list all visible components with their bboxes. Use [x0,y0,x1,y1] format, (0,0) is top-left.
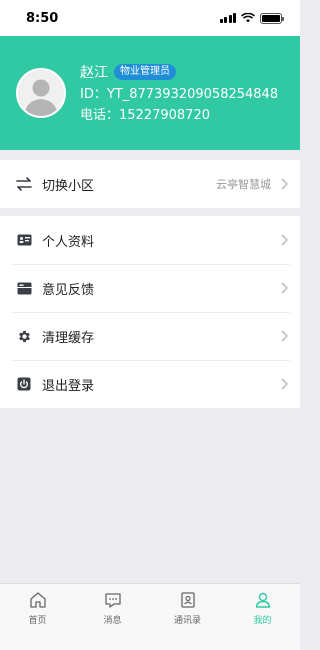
gear-icon [16,328,32,344]
community-group: 切换小区 云亭智慧城 [0,160,300,208]
profile-info: 赵江 物业管理员 ID：YT_877393209058254848 电话：152… [80,62,278,124]
tab-mine[interactable]: 我的 [225,584,300,650]
status-time: 8:50 [26,10,59,26]
role-badge: 物业管理员 [114,64,176,80]
chevron-right-icon [281,178,288,190]
menu-item-label: 个人资料 [42,234,95,250]
status-icons [219,12,284,24]
menu-item-feedback[interactable]: 意见反馈 [0,264,300,312]
tab-contacts[interactable]: 通讯录 [150,584,225,650]
folder-icon [16,280,32,296]
chevron-right-icon [281,330,288,342]
settings-menu: 个人资料 意见反馈 清理缓存 退出登录 [0,216,300,408]
menu-item-logout[interactable]: 退出登录 [0,360,300,408]
chevron-right-icon [281,234,288,246]
chevron-right-icon [281,282,288,294]
menu-item-label: 清理缓存 [42,330,95,346]
tab-home[interactable]: 首页 [0,584,75,650]
default-avatar-icon [18,70,64,116]
tab-bar: 首页 消息 通讯录 我的 [0,583,300,650]
menu-item-label: 意见反馈 [42,282,95,298]
tab-messages[interactable]: 消息 [75,584,150,650]
profile-header: 赵江 物业管理员 ID：YT_877393209058254848 电话：152… [0,36,300,150]
user-icon [255,592,270,608]
id-card-icon [16,232,32,248]
menu-item-profile[interactable]: 个人资料 [0,216,300,264]
battery-icon [260,12,284,24]
status-bar: 8:50 [0,0,300,36]
current-community: 云亭智慧城 [216,178,271,191]
switch-community-label: 切换小区 [42,178,95,194]
tab-label: 首页 [28,616,47,626]
tab-label: 消息 [103,616,122,626]
tab-label: 通讯录 [173,616,201,626]
tab-label: 我的 [253,616,272,626]
home-icon [29,592,46,608]
user-phone: 电话：15227908720 [80,108,210,123]
menu-item-clear-cache[interactable]: 清理缓存 [0,312,300,360]
switch-community-row[interactable]: 切换小区 云亭智慧城 [0,160,300,208]
chevron-right-icon [281,378,288,390]
user-id: ID：YT_877393209058254848 [80,87,279,102]
user-name: 赵江 [80,65,108,81]
swap-arrows-icon [16,176,32,192]
menu-item-label: 退出登录 [42,378,95,394]
avatar[interactable] [16,68,66,118]
power-icon [16,376,32,392]
contacts-icon [180,592,195,608]
message-icon [104,593,121,608]
signal-icon [219,13,236,23]
wifi-icon [241,13,255,23]
